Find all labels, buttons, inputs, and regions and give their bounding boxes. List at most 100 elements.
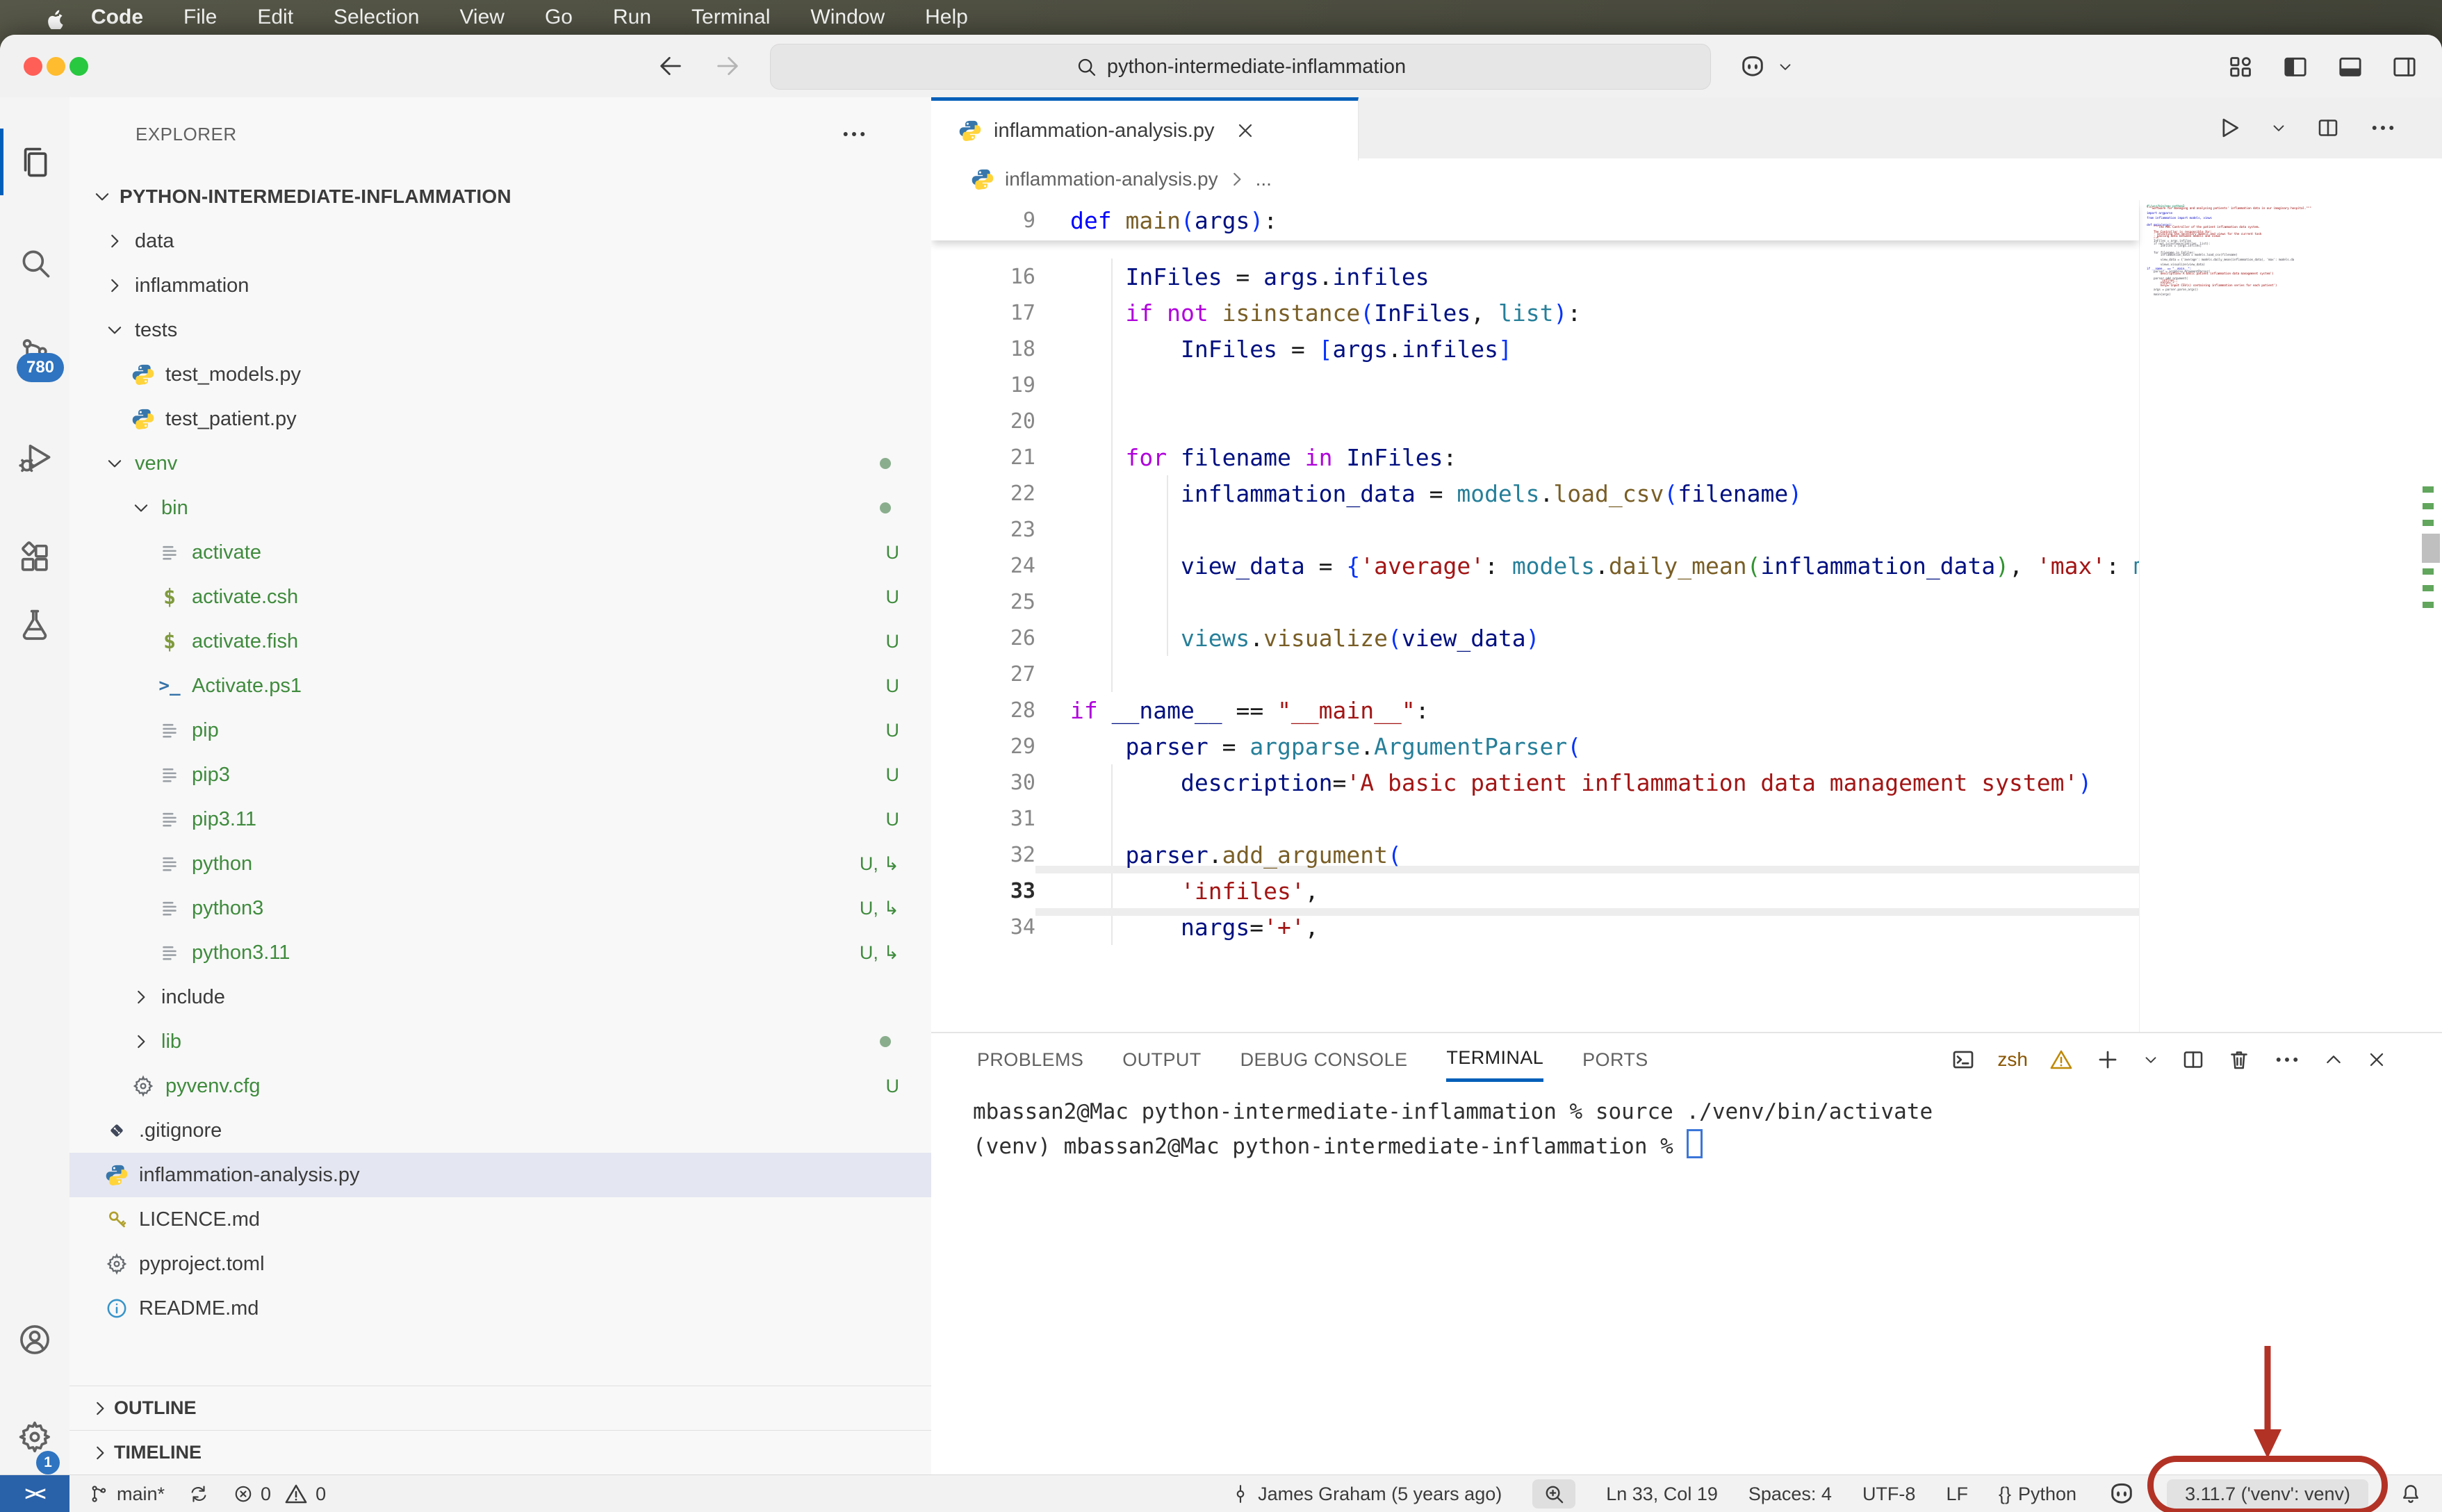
close-panel-icon[interactable]	[2366, 1049, 2388, 1071]
line-number[interactable]: 16	[931, 265, 1049, 289]
menu-edit[interactable]: Edit	[237, 6, 313, 29]
line-number[interactable]: 17	[931, 301, 1049, 325]
tree-item-readme.md[interactable]: README.md	[69, 1286, 931, 1331]
code-line-24[interactable]: 24 view_data = {'average': models.daily_…	[931, 548, 2153, 584]
run-python-file-button[interactable]	[2215, 115, 2242, 141]
menu-run[interactable]: Run	[593, 6, 671, 29]
code-line-32[interactable]: 32 parser.add_argument(	[931, 837, 2153, 873]
tree-item-pyvenv.cfg[interactable]: pyvenv.cfgU	[69, 1064, 931, 1108]
toggle-secondary-sidebar-button[interactable]	[2385, 47, 2424, 86]
code-line-23[interactable]: 23	[931, 511, 2153, 548]
python-interpreter-item[interactable]: 3.11.7 ('venv': venv)	[2167, 1479, 2368, 1509]
tree-item-bin[interactable]: bin	[69, 486, 931, 530]
menu-code[interactable]: Code	[71, 6, 163, 29]
line-number[interactable]: 20	[931, 409, 1049, 434]
tree-item-activate[interactable]: activateU	[69, 530, 931, 575]
code-line-18[interactable]: 18 InFiles = [args.infiles]	[931, 331, 2153, 367]
split-editor-button[interactable]	[2316, 115, 2341, 140]
language-mode-item[interactable]: {} Python	[1999, 1484, 2076, 1505]
tree-item-python3[interactable]: python3U, ↳	[69, 886, 931, 930]
split-terminal-button[interactable]	[2181, 1047, 2206, 1072]
line-number[interactable]: 21	[931, 445, 1049, 470]
line-number[interactable]: 22	[931, 482, 1049, 506]
tree-item-inflammation-analysis.py[interactable]: inflammation-analysis.py	[69, 1153, 931, 1197]
copilot-status-icon[interactable]	[2107, 1479, 2136, 1509]
shell-label[interactable]: zsh	[1997, 1049, 2028, 1071]
tree-item-pip3[interactable]: pip3U	[69, 753, 931, 797]
line-number[interactable]: 18	[931, 337, 1049, 361]
terminal-warning-icon[interactable]	[2049, 1047, 2074, 1072]
tree-item-licence.md[interactable]: LICENCE.md	[69, 1197, 931, 1242]
line-number[interactable]: 24	[931, 554, 1049, 578]
line-number[interactable]: 25	[931, 590, 1049, 614]
explorer-icon[interactable]	[15, 142, 54, 181]
sync-changes-button[interactable]	[188, 1484, 209, 1504]
customize-layout-button[interactable]	[2221, 47, 2260, 86]
notifications-bell-icon[interactable]	[2399, 1482, 2423, 1506]
terminal-dropdown-chevron-icon[interactable]	[2142, 1051, 2160, 1069]
line-number[interactable]: 28	[931, 698, 1049, 723]
tab-inflammation-analysis[interactable]: inflammation-analysis.py	[931, 97, 1359, 161]
account-icon[interactable]	[15, 1320, 54, 1359]
menu-file[interactable]: File	[163, 6, 237, 29]
menu-window[interactable]: Window	[790, 6, 905, 29]
tree-item-tests[interactable]: tests	[69, 308, 931, 352]
line-number[interactable]: 26	[931, 626, 1049, 650]
forward-button[interactable]	[709, 47, 746, 85]
tree-item-pyproject.toml[interactable]: pyproject.toml	[69, 1242, 931, 1286]
panel-tab-terminal[interactable]: TERMINAL	[1446, 1037, 1543, 1082]
outline-section-header[interactable]: OUTLINE	[69, 1386, 931, 1430]
menu-go[interactable]: Go	[525, 6, 593, 29]
line-number[interactable]: 30	[931, 771, 1049, 795]
run-debug-icon[interactable]	[15, 438, 54, 477]
tree-item-activate.csh[interactable]: $activate.cshU	[69, 575, 931, 619]
tree-item-test-models.py[interactable]: test_models.py	[69, 352, 931, 397]
explorer-more-actions-icon[interactable]	[837, 117, 871, 151]
line-number[interactable]: 23	[931, 518, 1049, 542]
interpreter-label[interactable]: 3.11.7 ('venv': venv)	[2167, 1479, 2368, 1509]
scrollbar-thumb[interactable]	[2422, 534, 2440, 563]
tree-item-venv[interactable]: venv	[69, 441, 931, 486]
close-window-button[interactable]	[24, 57, 42, 76]
copilot-icon[interactable]	[1733, 47, 1772, 86]
copilot-chevron-down-icon[interactable]	[1773, 47, 1797, 86]
project-root-row[interactable]: PYTHON-INTERMEDIATE-INFLAMMATION	[69, 174, 931, 219]
tree-item-inflammation[interactable]: inflammation	[69, 263, 931, 308]
line-number[interactable]: 34	[931, 915, 1049, 939]
encoding-item[interactable]: UTF-8	[1862, 1484, 1916, 1505]
menu-terminal[interactable]: Terminal	[671, 6, 790, 29]
code-line-20[interactable]: 20	[931, 403, 2153, 439]
zoom-status-button[interactable]	[1532, 1479, 1575, 1509]
tree-item-.gitignore[interactable]: .gitignore	[69, 1108, 931, 1153]
code-line-21[interactable]: 21 for filename in InFiles:	[931, 439, 2153, 475]
line-number[interactable]: 29	[931, 734, 1049, 759]
code-line-22[interactable]: 22 inflammation_data = models.load_csv(f…	[931, 475, 2153, 511]
back-button[interactable]	[652, 47, 689, 85]
close-tab-icon[interactable]	[1234, 120, 1256, 142]
new-terminal-button[interactable]	[2095, 1046, 2121, 1073]
problems-status-item[interactable]: 0 0	[233, 1481, 326, 1506]
code-line-28[interactable]: 28if __name__ == "__main__":	[931, 692, 2153, 728]
code-line-29[interactable]: 29 parser = argparse.ArgumentParser(	[931, 728, 2153, 764]
tree-item-pip3.11[interactable]: pip3.11U	[69, 797, 931, 841]
toggle-primary-sidebar-button[interactable]	[2276, 47, 2315, 86]
timeline-section-header[interactable]: TIMELINE	[69, 1430, 931, 1474]
menu-view[interactable]: View	[439, 6, 524, 29]
git-blame-status-item[interactable]: James Graham (5 years ago)	[1230, 1484, 1502, 1505]
toggle-panel-button[interactable]	[2331, 47, 2370, 86]
code-line-31[interactable]: 31	[931, 800, 2153, 837]
tree-item-test-patient.py[interactable]: test_patient.py	[69, 397, 931, 441]
menu-selection[interactable]: Selection	[313, 6, 439, 29]
tree-item-include[interactable]: include	[69, 975, 931, 1019]
line-number[interactable]: 33	[931, 879, 1049, 903]
editor-more-actions-icon[interactable]	[2368, 113, 2398, 142]
overview-ruler[interactable]	[2421, 200, 2442, 1032]
line-number[interactable]: 27	[931, 662, 1049, 687]
zoom-window-button[interactable]	[69, 57, 88, 76]
tree-item-activate.fish[interactable]: $activate.fishU	[69, 619, 931, 664]
maximize-panel-icon[interactable]	[2322, 1049, 2345, 1071]
line-number[interactable]: 31	[931, 807, 1049, 831]
tree-item-python3.11[interactable]: python3.11U, ↳	[69, 930, 931, 975]
code-line-17[interactable]: 17 if not isinstance(InFiles, list):	[931, 295, 2153, 331]
code-line-30[interactable]: 30 description='A basic patient inflamma…	[931, 764, 2153, 800]
